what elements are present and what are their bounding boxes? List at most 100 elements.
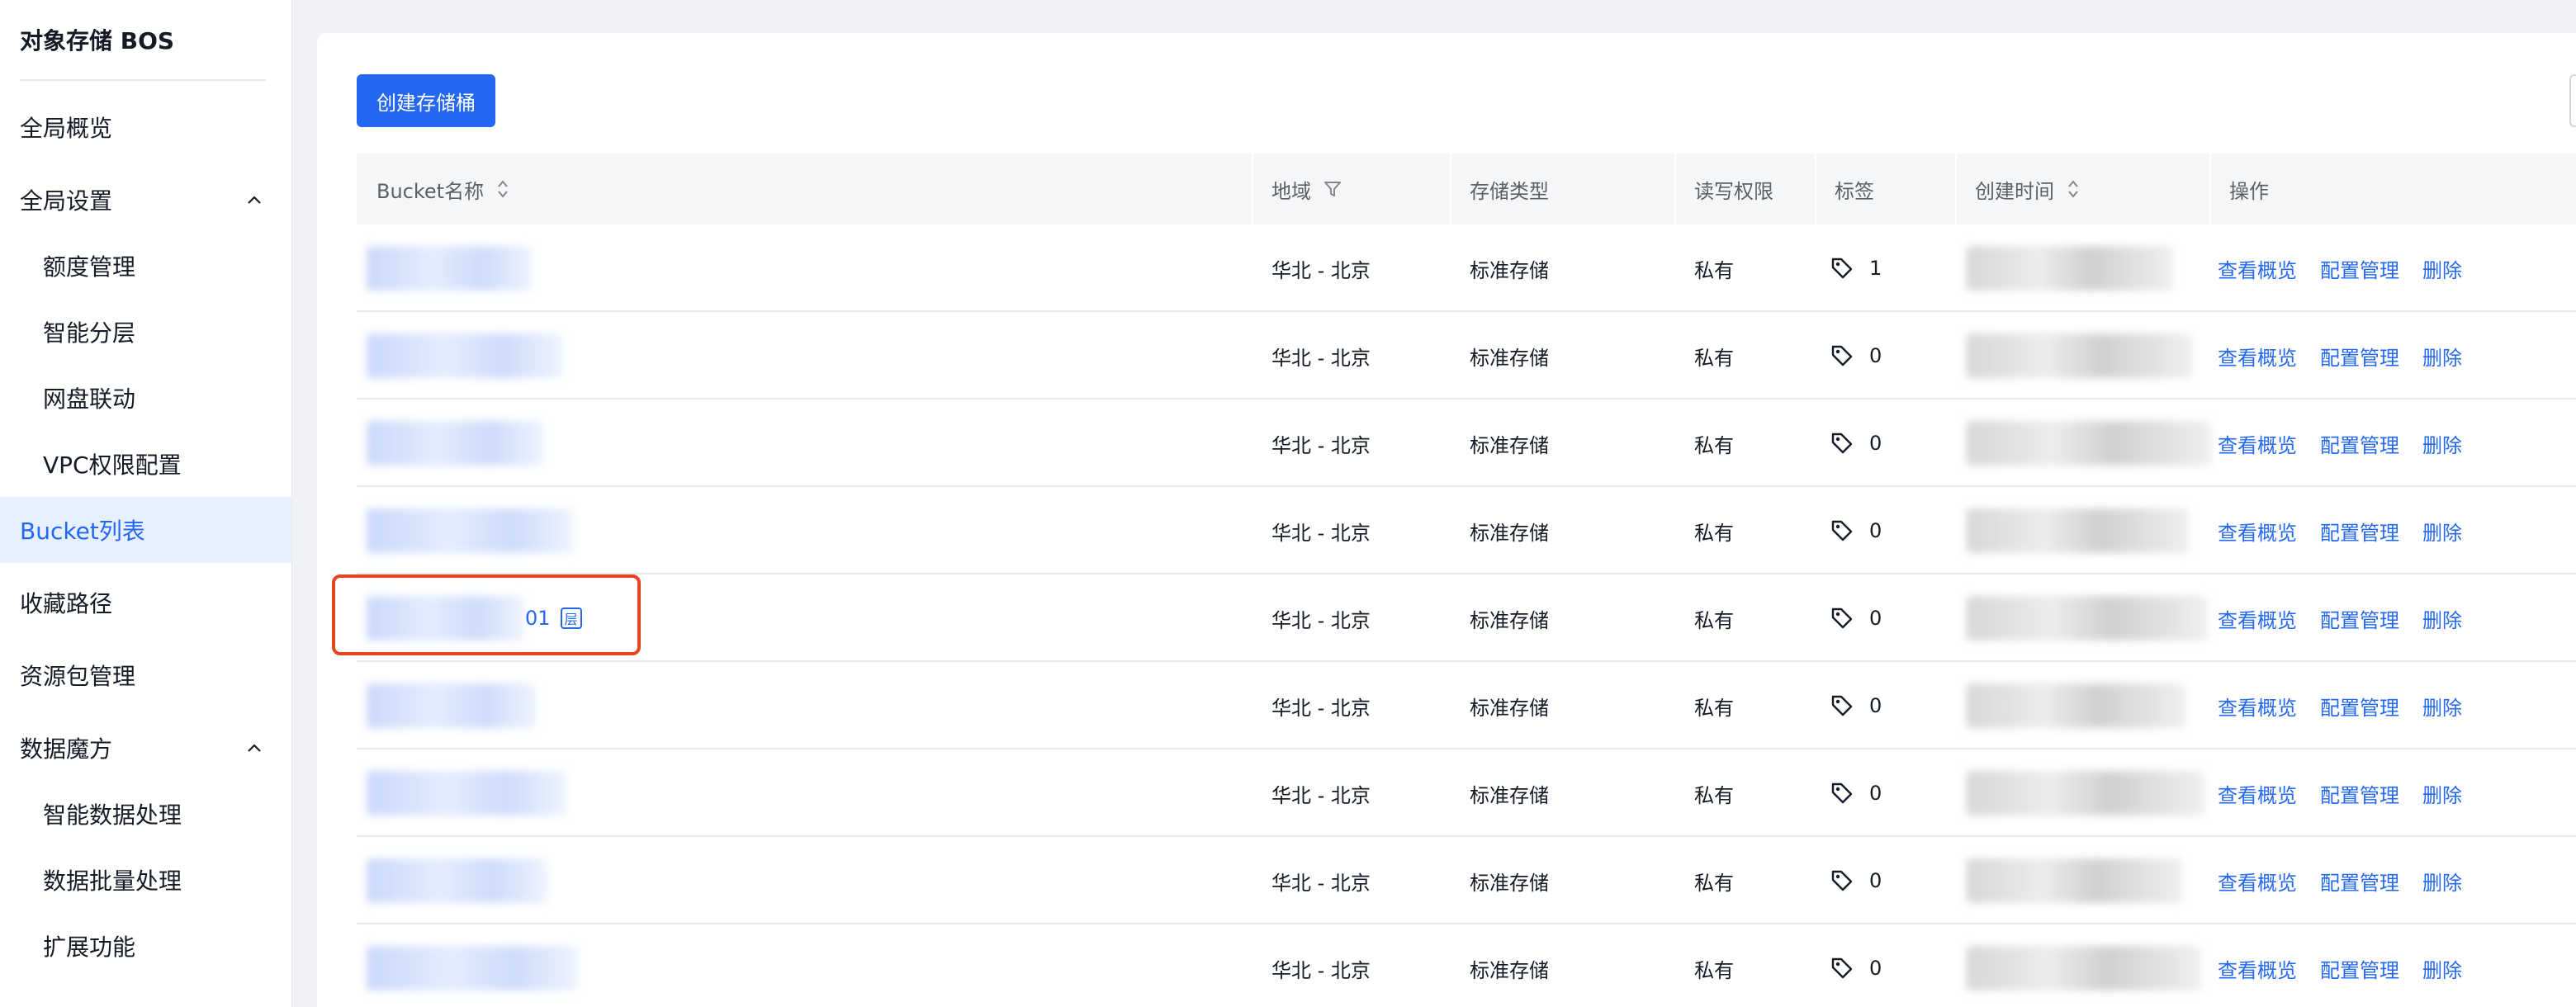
bos-console: 对象存储 BOS 全局概览 全局设置 额度管理 智能分层 网盘联动 VPC权限配… <box>0 0 2576 1007</box>
bucket-name-redacted[interactable] <box>367 683 536 728</box>
bucket-name-redacted[interactable] <box>367 421 543 466</box>
acl-cell: 私有 <box>1694 346 1734 370</box>
sidebar-item-tiering[interactable]: 智能分层 <box>0 299 291 365</box>
storage-class-cell: 标准存储 <box>1470 783 1549 807</box>
sidebar-item-netdisk[interactable]: 网盘联动 <box>0 365 291 431</box>
sidebar-item-label: 全局概览 <box>20 115 113 142</box>
sidebar-item-overview[interactable]: 全局概览 <box>0 94 291 160</box>
tags-cell[interactable]: 0 <box>1830 837 1882 924</box>
view-overview-link[interactable]: 查看概览 <box>2218 779 2297 808</box>
acl-cell: 私有 <box>1694 783 1734 807</box>
tags-cell[interactable]: 1 <box>1830 225 1882 312</box>
sort-icon[interactable] <box>2066 178 2081 200</box>
config-link[interactable]: 配置管理 <box>2320 954 2399 983</box>
column-separator <box>1674 154 1676 225</box>
bucket-name-redacted[interactable] <box>367 946 578 990</box>
bucket-name-redacted[interactable] <box>367 771 566 816</box>
row-actions: 查看概览 配置管理 删除 <box>2218 399 2485 487</box>
storage-class-cell: 标准存储 <box>1470 258 1549 282</box>
tags-cell[interactable]: 0 <box>1830 924 1882 1007</box>
sidebar-item-bucket-list[interactable]: Bucket列表 <box>0 497 291 563</box>
config-link[interactable]: 配置管理 <box>2320 342 2399 371</box>
created-time-redacted <box>1967 246 2173 291</box>
tag-count: 0 <box>1869 607 1882 630</box>
delete-link[interactable]: 删除 <box>2422 954 2462 983</box>
sort-icon[interactable] <box>495 178 510 200</box>
bucket-name-redacted[interactable] <box>367 333 562 378</box>
sidebar-item-smart-processing[interactable]: 智能数据处理 <box>0 781 291 847</box>
column-header-label: 地域 <box>1271 179 1311 203</box>
bucket-name-redacted[interactable] <box>367 246 532 291</box>
tags-cell[interactable]: 0 <box>1830 487 1882 574</box>
tag-icon <box>1831 258 1853 279</box>
acl-cell: 私有 <box>1694 433 1734 457</box>
view-overview-link[interactable]: 查看概览 <box>2218 342 2297 371</box>
delete-link[interactable]: 删除 <box>2422 779 2462 808</box>
delete-link[interactable]: 删除 <box>2422 867 2462 896</box>
row-actions: 查看概览 配置管理 删除 <box>2218 312 2485 399</box>
sidebar-item-label: 网盘联动 <box>43 385 136 413</box>
config-link[interactable]: 配置管理 <box>2320 254 2399 283</box>
table-row: 华北 - 北京 标准存储 私有 0 查看概览 配置管理 删除 <box>357 487 2576 574</box>
view-overview-link[interactable]: 查看概览 <box>2218 692 2297 721</box>
tags-cell[interactable]: 0 <box>1830 662 1882 749</box>
delete-link[interactable]: 删除 <box>2422 604 2462 633</box>
created-time-redacted <box>1967 683 2185 728</box>
config-link[interactable]: 配置管理 <box>2320 604 2399 633</box>
bucket-name-redacted[interactable] <box>367 508 574 553</box>
storage-class-cell: 标准存储 <box>1470 521 1549 545</box>
config-link[interactable]: 配置管理 <box>2320 517 2399 546</box>
delete-link[interactable]: 删除 <box>2422 517 2462 546</box>
sidebar-item-quota[interactable]: 额度管理 <box>0 233 291 299</box>
row-actions: 查看概览 配置管理 删除 <box>2218 662 2485 749</box>
view-overview-link[interactable]: 查看概览 <box>2218 954 2297 983</box>
created-time-redacted <box>1967 333 2192 378</box>
config-link[interactable]: 配置管理 <box>2320 692 2399 721</box>
column-header-created[interactable]: 创建时间 <box>1975 154 2081 225</box>
column-header-name[interactable]: Bucket名称 <box>376 154 510 225</box>
delete-link[interactable]: 删除 <box>2422 429 2462 458</box>
sidebar-item-favorites[interactable]: 收藏路径 <box>0 570 291 636</box>
column-header-label: 读写权限 <box>1694 179 1773 203</box>
sidebar: 对象存储 BOS 全局概览 全局设置 额度管理 智能分层 网盘联动 VPC权限配… <box>0 0 292 1007</box>
sidebar-item-data-cube[interactable]: 数据魔方 <box>0 715 291 781</box>
brand-title: 对象存储 BOS <box>20 27 175 54</box>
view-overview-link[interactable]: 查看概览 <box>2218 867 2297 896</box>
column-separator <box>2209 154 2211 225</box>
create-bucket-button[interactable]: 创建存储桶 <box>357 74 495 127</box>
delete-link[interactable]: 删除 <box>2422 342 2462 371</box>
acl-cell: 私有 <box>1694 696 1734 720</box>
region-cell: 华北 - 北京 <box>1271 346 1371 370</box>
delete-link[interactable]: 删除 <box>2422 692 2462 721</box>
bucket-name-redacted[interactable] <box>367 858 547 903</box>
view-overview-link[interactable]: 查看概览 <box>2218 429 2297 458</box>
tag-count: 0 <box>1869 957 1882 980</box>
sidebar-item-extensions[interactable]: 扩展功能 <box>0 913 291 979</box>
delete-link[interactable]: 删除 <box>2422 254 2462 283</box>
tags-cell[interactable]: 0 <box>1830 574 1882 662</box>
acl-cell: 私有 <box>1694 608 1734 632</box>
sidebar-item-batch-processing[interactable]: 数据批量处理 <box>0 847 291 913</box>
filter-icon[interactable] <box>1323 179 1342 199</box>
config-link[interactable]: 配置管理 <box>2320 779 2399 808</box>
toolbar-control[interactable] <box>2569 74 2576 127</box>
tags-cell[interactable]: 0 <box>1830 312 1882 399</box>
sidebar-item-packages[interactable]: 资源包管理 <box>0 642 291 708</box>
column-header-region[interactable]: 地域 <box>1271 154 1342 225</box>
view-overview-link[interactable]: 查看概览 <box>2218 604 2297 633</box>
view-overview-link[interactable]: 查看概览 <box>2218 517 2297 546</box>
table-row: 华北 - 北京 标准存储 私有 0 查看概览 配置管理 删除 <box>357 837 2576 924</box>
view-overview-link[interactable]: 查看概览 <box>2218 254 2297 283</box>
sidebar-item-vpc[interactable]: VPC权限配置 <box>0 431 291 497</box>
config-link[interactable]: 配置管理 <box>2320 867 2399 896</box>
tags-cell[interactable]: 0 <box>1830 749 1882 837</box>
divider <box>20 79 266 81</box>
tags-cell[interactable]: 0 <box>1830 399 1882 487</box>
region-cell: 华北 - 北京 <box>1271 433 1371 457</box>
sidebar-item-global-settings[interactable]: 全局设置 <box>0 167 291 233</box>
sidebar-item-label: 全局设置 <box>20 187 113 215</box>
acl-cell: 私有 <box>1694 521 1734 545</box>
created-time-redacted <box>1967 946 2201 990</box>
table-row: 华北 - 北京 标准存储 私有 0 查看概览 配置管理 删除 <box>357 662 2576 749</box>
config-link[interactable]: 配置管理 <box>2320 429 2399 458</box>
